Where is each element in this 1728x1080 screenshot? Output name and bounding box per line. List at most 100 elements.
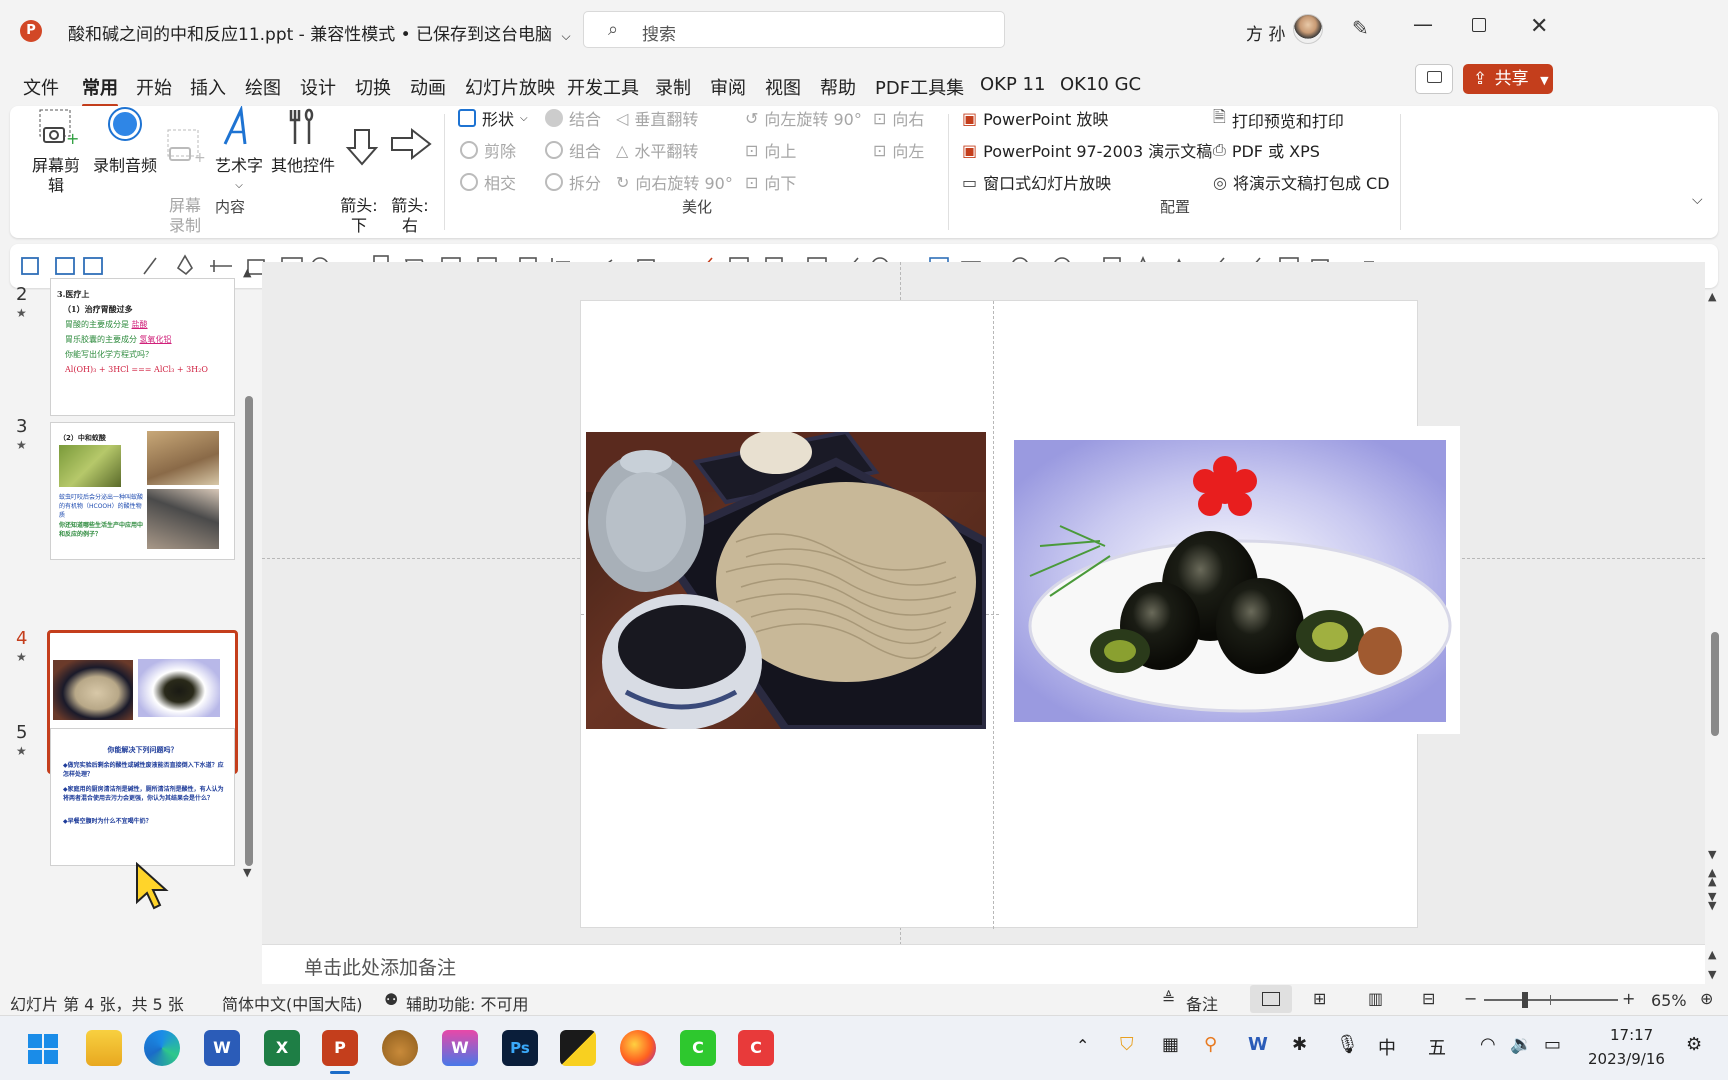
tab-common[interactable]: 常用 bbox=[82, 74, 118, 107]
clock-date[interactable]: 2023/9/16 bbox=[1588, 1050, 1665, 1068]
tray-grid-icon[interactable]: ▦ bbox=[1162, 1034, 1179, 1055]
slide-thumbnail-3[interactable]: （2）中和蚁酸 蚊虫叮咬后会分泌出一种叫蚁酸的有机物（HCOOH）的酸性物质 你… bbox=[50, 422, 235, 560]
arrow-down-shape-button[interactable]: 箭头: 下 bbox=[338, 106, 380, 236]
ime-mode[interactable]: 五 bbox=[1428, 1034, 1446, 1060]
tray-app-icon[interactable]: ✱ bbox=[1292, 1034, 1307, 1055]
edge-icon[interactable] bbox=[144, 1030, 180, 1066]
notes-toggle-button[interactable]: 备注 bbox=[1186, 991, 1218, 1015]
share-button[interactable]: ⇪ 共享 ▼ bbox=[1463, 64, 1553, 94]
tab-insert[interactable]: 插入 bbox=[190, 74, 226, 100]
shield-icon[interactable]: ⛉ bbox=[1120, 1034, 1134, 1055]
fit-slide-icon[interactable]: ⊕ bbox=[1700, 989, 1713, 1008]
notification-icon[interactable]: ⚙ bbox=[1686, 1034, 1702, 1055]
arrow-right-shape-button[interactable]: 箭头: 右 bbox=[388, 106, 432, 236]
union-button[interactable]: 结合 bbox=[545, 106, 601, 130]
rotate-right-button[interactable]: ↻ 向右旋转 90° bbox=[616, 170, 733, 194]
bring-up-button[interactable]: ⊡ 向上 bbox=[745, 138, 796, 162]
tab-record[interactable]: 录制 bbox=[655, 74, 691, 100]
search-box[interactable]: ⌕ 搜索 bbox=[583, 11, 1005, 48]
thumbnail-scroll-down[interactable]: ▼ bbox=[243, 866, 251, 879]
tab-home[interactable]: 开始 bbox=[136, 74, 172, 100]
wps-tray-icon[interactable]: W bbox=[1248, 1034, 1268, 1055]
minimize-icon[interactable]: — bbox=[1413, 12, 1433, 36]
language-indicator[interactable]: 简体中文(中国大陆) bbox=[222, 991, 363, 1015]
flip-horizontal-button[interactable]: △ 水平翻转 bbox=[616, 138, 698, 162]
comments-button[interactable] bbox=[1415, 64, 1453, 94]
microphone-icon[interactable]: 🎙 bbox=[1336, 1034, 1359, 1055]
restore-icon[interactable] bbox=[1472, 18, 1486, 32]
tab-help[interactable]: 帮助 bbox=[820, 74, 856, 100]
screen-clip-button[interactable]: + 屏幕剪辑 bbox=[26, 106, 86, 196]
close-icon[interactable]: ✕ bbox=[1530, 14, 1548, 39]
century-egg-image[interactable] bbox=[1000, 426, 1460, 734]
wifi-icon[interactable]: ◠ bbox=[1480, 1034, 1496, 1055]
tab-transitions[interactable]: 切换 bbox=[355, 74, 391, 100]
subtract-button[interactable]: 剪除 bbox=[460, 138, 516, 162]
slide-thumbnail-5[interactable]: 你能解决下列问题吗？ ◆做完实验后剩余的酸性或碱性废液能否直接倒入下水道？应怎样… bbox=[50, 728, 235, 866]
ppt-97-2003-button[interactable]: ▣ PowerPoint 97-2003 演示文稿 bbox=[962, 138, 1212, 162]
camtasia-red-icon[interactable]: C bbox=[738, 1030, 774, 1066]
windowed-slideshow-button[interactable]: ▭ 窗口式幻灯片放映 bbox=[962, 170, 1111, 194]
tab-draw[interactable]: 绘图 bbox=[245, 74, 281, 100]
wps-icon[interactable]: W bbox=[442, 1030, 478, 1066]
package-cd-button[interactable]: ◎ 将演示文稿打包成 CD bbox=[1213, 170, 1390, 194]
tab-pdf-tools[interactable]: PDF工具集 bbox=[875, 74, 964, 100]
photoshop-icon[interactable]: Ps bbox=[502, 1030, 538, 1066]
tab-okp11[interactable]: OKP 11 bbox=[980, 74, 1045, 95]
shape-dropdown[interactable]: 形状 ⌵ bbox=[458, 106, 528, 130]
other-controls-button[interactable]: 其他控件 bbox=[268, 106, 338, 176]
user-name[interactable]: 方 孙 bbox=[1246, 20, 1285, 45]
notes-scroll-down[interactable]: ▼ bbox=[1708, 968, 1716, 981]
file-explorer-icon[interactable] bbox=[86, 1030, 122, 1066]
align-right-button[interactable]: ⊡ 向右 bbox=[873, 106, 924, 130]
fragment-button[interactable]: 拆分 bbox=[545, 170, 601, 194]
word-icon[interactable]: W bbox=[204, 1030, 240, 1066]
windows-start-icon[interactable] bbox=[28, 1034, 58, 1064]
rotate-left-button[interactable]: ↺ 向左旋转 90° bbox=[745, 106, 862, 130]
normal-view-button[interactable] bbox=[1250, 985, 1292, 1013]
wordart-button[interactable]: 艺术字 ⌵ bbox=[214, 104, 264, 196]
editor-scroll-down[interactable]: ▼ bbox=[1708, 848, 1716, 861]
zoom-level[interactable]: 65% bbox=[1651, 991, 1687, 1010]
next-slide-icon[interactable]: ▼ ▼ bbox=[1708, 891, 1716, 911]
tab-design[interactable]: 设计 bbox=[300, 74, 336, 100]
powerpoint-show-button[interactable]: ▣ PowerPoint 放映 bbox=[962, 106, 1108, 130]
editor-scroll-up[interactable]: ▲ bbox=[1708, 290, 1716, 303]
thumbnail-scroll-up[interactable]: ▲ bbox=[243, 266, 251, 279]
zoom-in-icon[interactable]: + bbox=[1622, 989, 1635, 1008]
slide-sorter-icon[interactable]: ⊞ bbox=[1313, 989, 1326, 1008]
powerpoint-taskbar-icon[interactable]: P bbox=[322, 1030, 358, 1066]
thumbnail-scrollbar[interactable] bbox=[245, 396, 253, 866]
record-audio-button[interactable]: 录制音频 bbox=[92, 106, 158, 176]
intersect-button[interactable]: 相交 bbox=[460, 170, 516, 194]
powerpoint-logo-icon[interactable]: P bbox=[20, 20, 42, 42]
collapse-ribbon-icon[interactable]: ⌵ bbox=[1692, 192, 1703, 208]
acorn-icon[interactable] bbox=[382, 1030, 418, 1066]
editor-scrollbar[interactable] bbox=[1711, 632, 1719, 736]
zoom-out-icon[interactable]: − bbox=[1464, 989, 1477, 1008]
excel-icon[interactable]: X bbox=[264, 1030, 300, 1066]
tab-review[interactable]: 审阅 bbox=[710, 74, 746, 100]
previous-slide-icon[interactable]: ▲ ▲ bbox=[1708, 867, 1716, 887]
zoom-slider-thumb[interactable] bbox=[1522, 992, 1528, 1008]
tray-overflow-icon[interactable]: ⌃ bbox=[1076, 1036, 1089, 1055]
sticky-notes-icon[interactable] bbox=[560, 1030, 596, 1066]
tab-view[interactable]: 视图 bbox=[765, 74, 801, 100]
battery-icon[interactable]: ▭ bbox=[1544, 1034, 1561, 1055]
firefox-icon[interactable] bbox=[620, 1030, 656, 1066]
pdf-xps-button[interactable]: ⎙ PDF 或 XPS bbox=[1213, 138, 1320, 162]
document-title[interactable]: 酸和碱之间的中和反应11.ppt - 兼容性模式 • 已保存到这台电脑 ⌵ bbox=[68, 20, 571, 45]
camtasia-green-icon[interactable]: C bbox=[680, 1030, 716, 1066]
screen-record-button[interactable]: + 屏幕 录制 bbox=[162, 106, 208, 236]
tab-file[interactable]: 文件 bbox=[23, 74, 59, 100]
send-down-button[interactable]: ⊡ 向下 bbox=[745, 170, 796, 194]
tab-ok10gc[interactable]: OK10 GC bbox=[1060, 74, 1141, 95]
volume-icon[interactable]: 🔉 bbox=[1510, 1034, 1532, 1055]
noodles-image[interactable] bbox=[586, 432, 986, 729]
accessibility-status[interactable]: 辅助功能: 不可用 bbox=[406, 991, 528, 1015]
search-tray-icon[interactable]: ⚲ bbox=[1204, 1034, 1217, 1055]
clock-time[interactable]: 17:17 bbox=[1610, 1026, 1653, 1044]
print-preview-button[interactable]: 🗎 打印预览和打印 bbox=[1213, 106, 1344, 133]
notes-scroll-up[interactable]: ▲ bbox=[1708, 948, 1716, 961]
avatar[interactable] bbox=[1293, 14, 1323, 44]
